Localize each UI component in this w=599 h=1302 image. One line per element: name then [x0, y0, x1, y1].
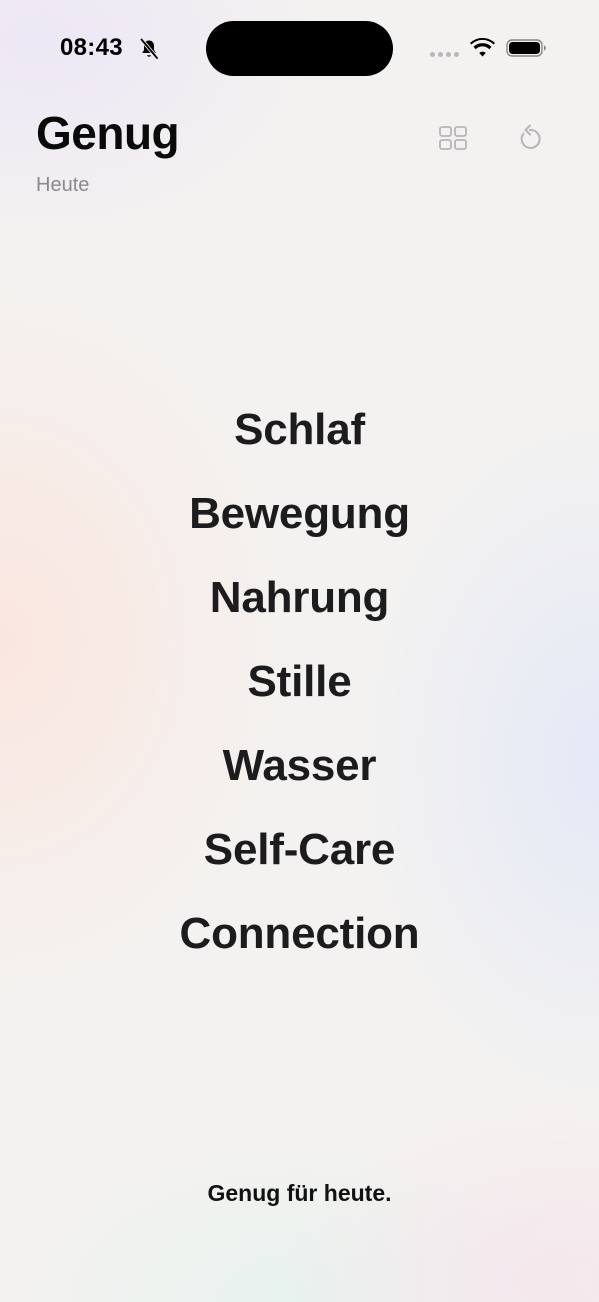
category-schlaf[interactable]: Schlaf — [234, 388, 365, 472]
dynamic-island — [206, 21, 393, 76]
category-bewegung[interactable]: Bewegung — [189, 472, 410, 556]
grid-view-button[interactable] — [433, 118, 473, 158]
app-title: Genug — [36, 107, 180, 159]
category-nahrung[interactable]: Nahrung — [210, 556, 390, 640]
status-bar: 08:43 — [0, 0, 599, 96]
wifi-icon — [470, 38, 495, 57]
cellular-signal-icon — [430, 52, 459, 57]
reset-button[interactable] — [510, 118, 550, 158]
reset-icon — [520, 124, 541, 149]
category-list: Schlaf Bewegung Nahrung Stille Wasser Se… — [0, 388, 599, 976]
category-stille[interactable]: Stille — [248, 640, 352, 724]
category-connection[interactable]: Connection — [180, 892, 420, 976]
grid-icon — [439, 126, 467, 150]
app-subtitle: Heute — [36, 174, 90, 196]
category-wasser[interactable]: Wasser — [223, 724, 377, 808]
bell-slash-icon — [140, 38, 159, 60]
footer-message: Genug für heute. — [207, 1180, 392, 1206]
status-time: 08:43 — [60, 34, 123, 61]
category-self-care[interactable]: Self-Care — [204, 808, 396, 892]
battery-icon — [506, 39, 546, 57]
